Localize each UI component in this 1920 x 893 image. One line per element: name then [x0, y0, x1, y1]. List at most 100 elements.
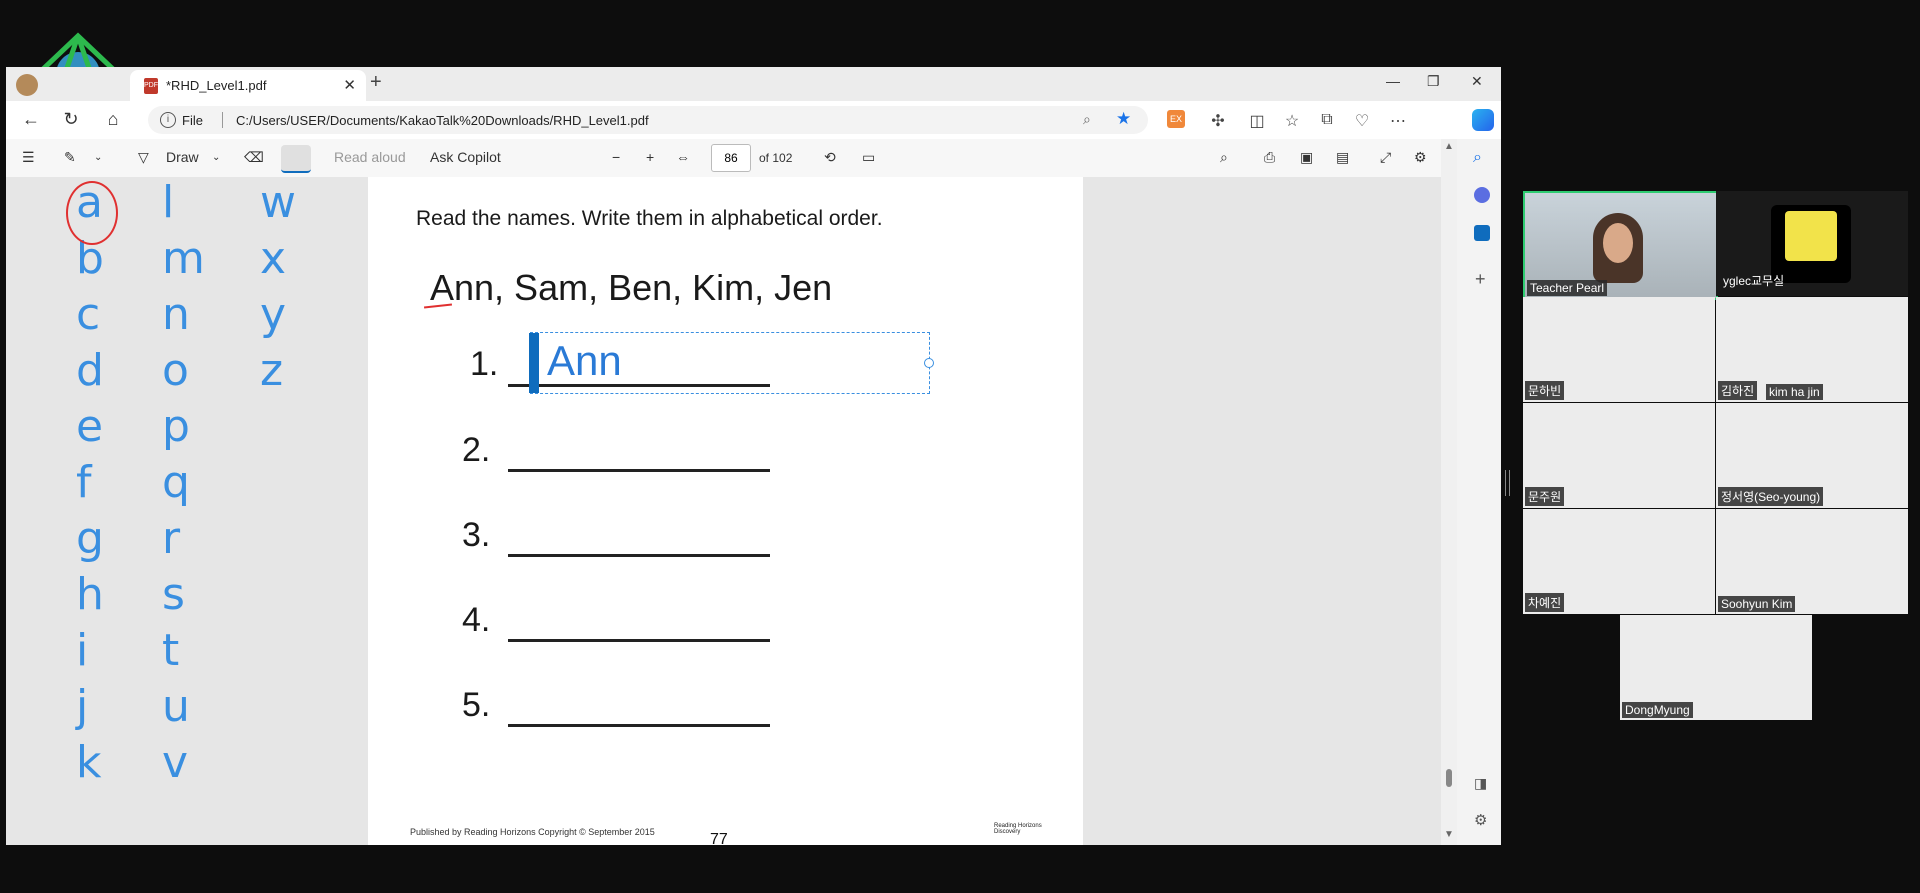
- settings-gear-icon[interactable]: ⚙: [1414, 149, 1427, 166]
- new-tab-button[interactable]: +: [370, 71, 382, 94]
- scroll-down-icon[interactable]: ▼: [1444, 829, 1454, 840]
- page-total: of 102: [759, 151, 793, 165]
- letter-j: j: [76, 681, 89, 732]
- save-icon[interactable]: ▣: [1300, 149, 1313, 166]
- letter-e: e: [76, 401, 104, 452]
- url-field[interactable]: i File C:/Users/USER/Documents/KakaoTalk…: [148, 106, 1148, 134]
- file-label: File: [182, 113, 203, 128]
- video-tile-empty[interactable]: 김하진 kim ha jin: [1716, 297, 1908, 402]
- chevron-down-icon[interactable]: ⌄: [212, 152, 220, 163]
- scroll-thumb[interactable]: [1446, 769, 1452, 787]
- letter-u: u: [162, 681, 190, 732]
- sidebar-search-icon[interactable]: ⌕: [1473, 149, 1482, 167]
- collections-icon[interactable]: ⧉: [1316, 111, 1338, 129]
- letter-g: g: [76, 513, 104, 564]
- names-list: Ann, Sam, Ben, Kim, Jen: [430, 267, 833, 308]
- video-tile-empty[interactable]: 문하빈: [1523, 297, 1715, 402]
- extension-ex-icon[interactable]: EX: [1167, 110, 1185, 128]
- pdf-toolbar: ☰ ✎ ⌄ ▽ Draw ⌄ ⌫ Read aloud Ask Copilot …: [6, 139, 1441, 178]
- contents-list-icon[interactable]: ☰: [22, 149, 35, 166]
- resize-handle-icon[interactable]: [924, 358, 934, 368]
- page-number-input[interactable]: 86: [711, 144, 751, 172]
- browser-window: PDF *RHD_Level1.pdf ✕ + — ❐ ✕ ← ↻ ⌂ i Fi…: [6, 67, 1501, 845]
- copilot-icon[interactable]: [1472, 109, 1494, 131]
- answer-1-text[interactable]: Ann: [547, 337, 622, 385]
- text-cursor-handle[interactable]: [529, 333, 539, 393]
- copyright-footer: Published by Reading Horizons Copyright …: [410, 827, 655, 837]
- sidebar-outlook-icon[interactable]: [1474, 225, 1490, 241]
- extensions-puzzle-icon[interactable]: ✣: [1207, 111, 1229, 131]
- browser-essentials-icon[interactable]: ♡: [1351, 111, 1373, 131]
- maximize-button[interactable]: ❐: [1427, 73, 1440, 90]
- chevron-down-icon[interactable]: ⌄: [94, 152, 102, 163]
- fullscreen-icon[interactable]: ⤢: [1380, 149, 1391, 166]
- item-number-2: 2.: [462, 431, 491, 469]
- letter-z: z: [260, 345, 284, 396]
- profile-avatar[interactable]: [16, 74, 38, 96]
- letter-x: x: [260, 233, 287, 284]
- draw-label[interactable]: Draw: [166, 149, 199, 165]
- zoom-icon[interactable]: ⌕: [1083, 111, 1091, 128]
- video-tile-empty[interactable]: DongMyung: [1620, 615, 1812, 720]
- split-screen-icon[interactable]: ◫: [1246, 111, 1268, 131]
- pdf-page: Read the names. Write them in alphabetic…: [368, 177, 1083, 845]
- save-as-icon[interactable]: ▤: [1336, 149, 1349, 166]
- letter-w: w: [260, 177, 296, 228]
- highlight-icon[interactable]: ✎: [64, 149, 76, 166]
- pdf-viewer: a b c d e f g h i j k l m n o p q r s t …: [6, 177, 1441, 845]
- favorites-icon[interactable]: ☆: [1281, 111, 1303, 131]
- reading-horizons-logo: Reading Horizons Discovery: [994, 823, 1044, 841]
- answer-line-2: [508, 469, 770, 472]
- logo-text: Reading Horizons Discovery: [994, 823, 1042, 835]
- sidebar-panel-icon[interactable]: ◨: [1474, 775, 1487, 792]
- participant-name: yglec교무실: [1723, 274, 1785, 288]
- draw-icon[interactable]: ▽: [138, 149, 149, 166]
- tab-title: *RHD_Level1.pdf: [166, 78, 267, 93]
- video-tile-yglec[interactable]: yglec교무실: [1716, 191, 1908, 296]
- refresh-icon[interactable]: ↻: [60, 109, 82, 130]
- more-menu-icon[interactable]: ⋯: [1387, 111, 1409, 131]
- sidebar-add-icon[interactable]: +: [1475, 269, 1486, 290]
- participant-name: Soohyun Kim: [1718, 596, 1796, 612]
- sidebar-settings-icon[interactable]: ⚙: [1474, 811, 1487, 829]
- letter-h: h: [76, 569, 104, 620]
- participant-name: 문주원: [1525, 487, 1565, 506]
- video-tile-empty[interactable]: 정서영(Seo-young): [1716, 403, 1908, 508]
- zoom-out-button[interactable]: −: [612, 149, 620, 165]
- letter-q: q: [162, 457, 190, 508]
- vertical-scrollbar[interactable]: ▲ ▼: [1441, 139, 1457, 845]
- video-tile-teacher[interactable]: Teacher Pearl: [1523, 191, 1718, 300]
- zoom-in-button[interactable]: +: [646, 149, 654, 165]
- participant-name: 정서영(Seo-young): [1718, 487, 1824, 506]
- search-icon[interactable]: ⌕: [1220, 149, 1228, 166]
- eraser-icon[interactable]: ⌫: [244, 149, 264, 166]
- favorite-star-icon[interactable]: ★: [1116, 109, 1131, 129]
- video-tile-empty[interactable]: Soohyun Kim: [1716, 509, 1908, 614]
- splitter-handle[interactable]: [1505, 470, 1510, 496]
- minimize-button[interactable]: —: [1386, 73, 1400, 89]
- letter-r: r: [162, 513, 181, 564]
- video-tile-empty[interactable]: 문주원: [1523, 403, 1715, 508]
- back-arrow-icon[interactable]: ←: [20, 109, 42, 130]
- home-icon[interactable]: ⌂: [102, 109, 124, 130]
- fit-width-icon[interactable]: ⇔: [676, 149, 690, 165]
- close-window-button[interactable]: ✕: [1471, 73, 1483, 90]
- video-tile-empty[interactable]: 차예진: [1523, 509, 1715, 614]
- letter-n: n: [162, 289, 190, 340]
- close-tab-icon[interactable]: ✕: [343, 76, 356, 94]
- rotate-icon[interactable]: ⟲: [824, 149, 836, 166]
- read-aloud-button[interactable]: Read aloud: [334, 149, 406, 165]
- text-box-annotation[interactable]: Ann: [529, 332, 934, 394]
- participant-name: 김하진: [1718, 381, 1758, 400]
- sidebar-copilot-icon[interactable]: [1474, 187, 1490, 203]
- page-number-text: 77: [710, 831, 728, 845]
- page-view-icon[interactable]: ▭: [862, 149, 875, 166]
- item-number-3: 3.: [462, 516, 491, 554]
- scroll-up-icon[interactable]: ▲: [1444, 141, 1454, 152]
- tab-pdf[interactable]: PDF *RHD_Level1.pdf ✕: [130, 70, 366, 101]
- pdf-icon: PDF: [144, 78, 158, 94]
- text-box-button[interactable]: [281, 145, 311, 173]
- print-icon[interactable]: ⎙: [1264, 149, 1275, 166]
- participant-name: Teacher Pearl: [1527, 280, 1608, 296]
- ask-copilot-button[interactable]: Ask Copilot: [430, 149, 501, 165]
